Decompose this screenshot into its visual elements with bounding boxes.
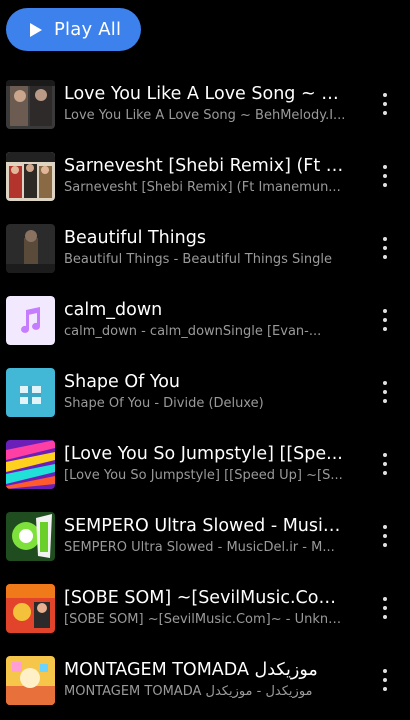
album-art xyxy=(6,440,55,489)
track-row[interactable]: SEMPERO Ultra Slowed - Music... SEMPERO … xyxy=(0,502,410,574)
more-options-icon[interactable] xyxy=(376,666,394,694)
track-row[interactable]: MONTAGEM TOMADA موزیکدل MONTAGEM TOMADA … xyxy=(0,646,410,718)
album-art xyxy=(6,152,55,201)
album-art xyxy=(6,368,55,417)
album-art xyxy=(6,512,55,561)
track-title: Shape Of You xyxy=(64,372,181,392)
track-title: [Love You So Jumpstyle] [[Spe... xyxy=(64,444,343,464)
track-subtitle: calm_down - calm_downSingle [Evan-... xyxy=(64,324,322,339)
track-subtitle: SEMPERO Ultra Slowed - MusicDel.ir - M..… xyxy=(64,540,335,555)
more-options-icon[interactable] xyxy=(376,234,394,262)
more-options-icon[interactable] xyxy=(376,450,394,478)
more-options-icon[interactable] xyxy=(376,90,394,118)
album-art xyxy=(6,584,55,633)
track-row[interactable]: calm_down calm_down - calm_downSingle [E… xyxy=(0,286,410,358)
more-options-icon[interactable] xyxy=(376,378,394,406)
track-subtitle: Shape Of You - Divide (Deluxe) xyxy=(64,396,264,411)
more-options-icon[interactable] xyxy=(376,306,394,334)
track-subtitle: [SOBE SOM] ~[SevilMusic.Com]~ - Unkno... xyxy=(64,612,346,627)
more-options-icon[interactable] xyxy=(376,594,394,622)
track-row[interactable]: [Love You So Jumpstyle] [[Spe... [Love Y… xyxy=(0,430,410,502)
track-row[interactable]: [SOBE SOM] ~[SevilMusic.Com]~ [SOBE SOM]… xyxy=(0,574,410,646)
track-subtitle: Sarnevesht [Shebi Remix] (Ft Imanemun... xyxy=(64,180,341,195)
track-title: calm_down xyxy=(64,300,163,320)
music-note-icon xyxy=(6,296,55,345)
track-row[interactable]: Beautiful Things Beautiful Things - Beau… xyxy=(0,214,410,286)
more-options-icon[interactable] xyxy=(376,162,394,190)
album-art xyxy=(6,656,55,705)
track-title: SEMPERO Ultra Slowed - Music... xyxy=(64,516,346,536)
track-title: MONTAGEM TOMADA موزیکدل xyxy=(64,660,318,680)
track-row[interactable]: Sarnevesht [Shebi Remix] (Ft I... Sarnev… xyxy=(0,142,410,214)
album-art xyxy=(6,80,55,129)
track-title: Love You Like A Love Song ~ B... xyxy=(64,84,346,104)
track-row[interactable]: Shape Of You Shape Of You - Divide (Delu… xyxy=(0,358,410,430)
track-title: [SOBE SOM] ~[SevilMusic.Com]~ xyxy=(64,588,346,608)
play-all-button[interactable]: Play All xyxy=(6,8,141,51)
track-subtitle: MONTAGEM TOMADA موزیکدل - موزیکدل xyxy=(64,684,313,699)
track-row[interactable]: Love You Like A Love Song ~ B... Love Yo… xyxy=(0,70,410,142)
track-subtitle: [Love You So Jumpstyle] [[Speed Up] ~[S.… xyxy=(64,468,343,483)
track-title: Sarnevesht [Shebi Remix] (Ft I... xyxy=(64,156,346,176)
track-subtitle: Love You Like A Love Song ~ BehMelody.I.… xyxy=(64,108,346,123)
track-title: Beautiful Things xyxy=(64,228,206,248)
play-icon xyxy=(30,22,42,37)
track-subtitle: Beautiful Things - Beautiful Things Sing… xyxy=(64,252,332,267)
more-options-icon[interactable] xyxy=(376,522,394,550)
album-art xyxy=(6,224,55,273)
play-all-label: Play All xyxy=(54,19,122,40)
